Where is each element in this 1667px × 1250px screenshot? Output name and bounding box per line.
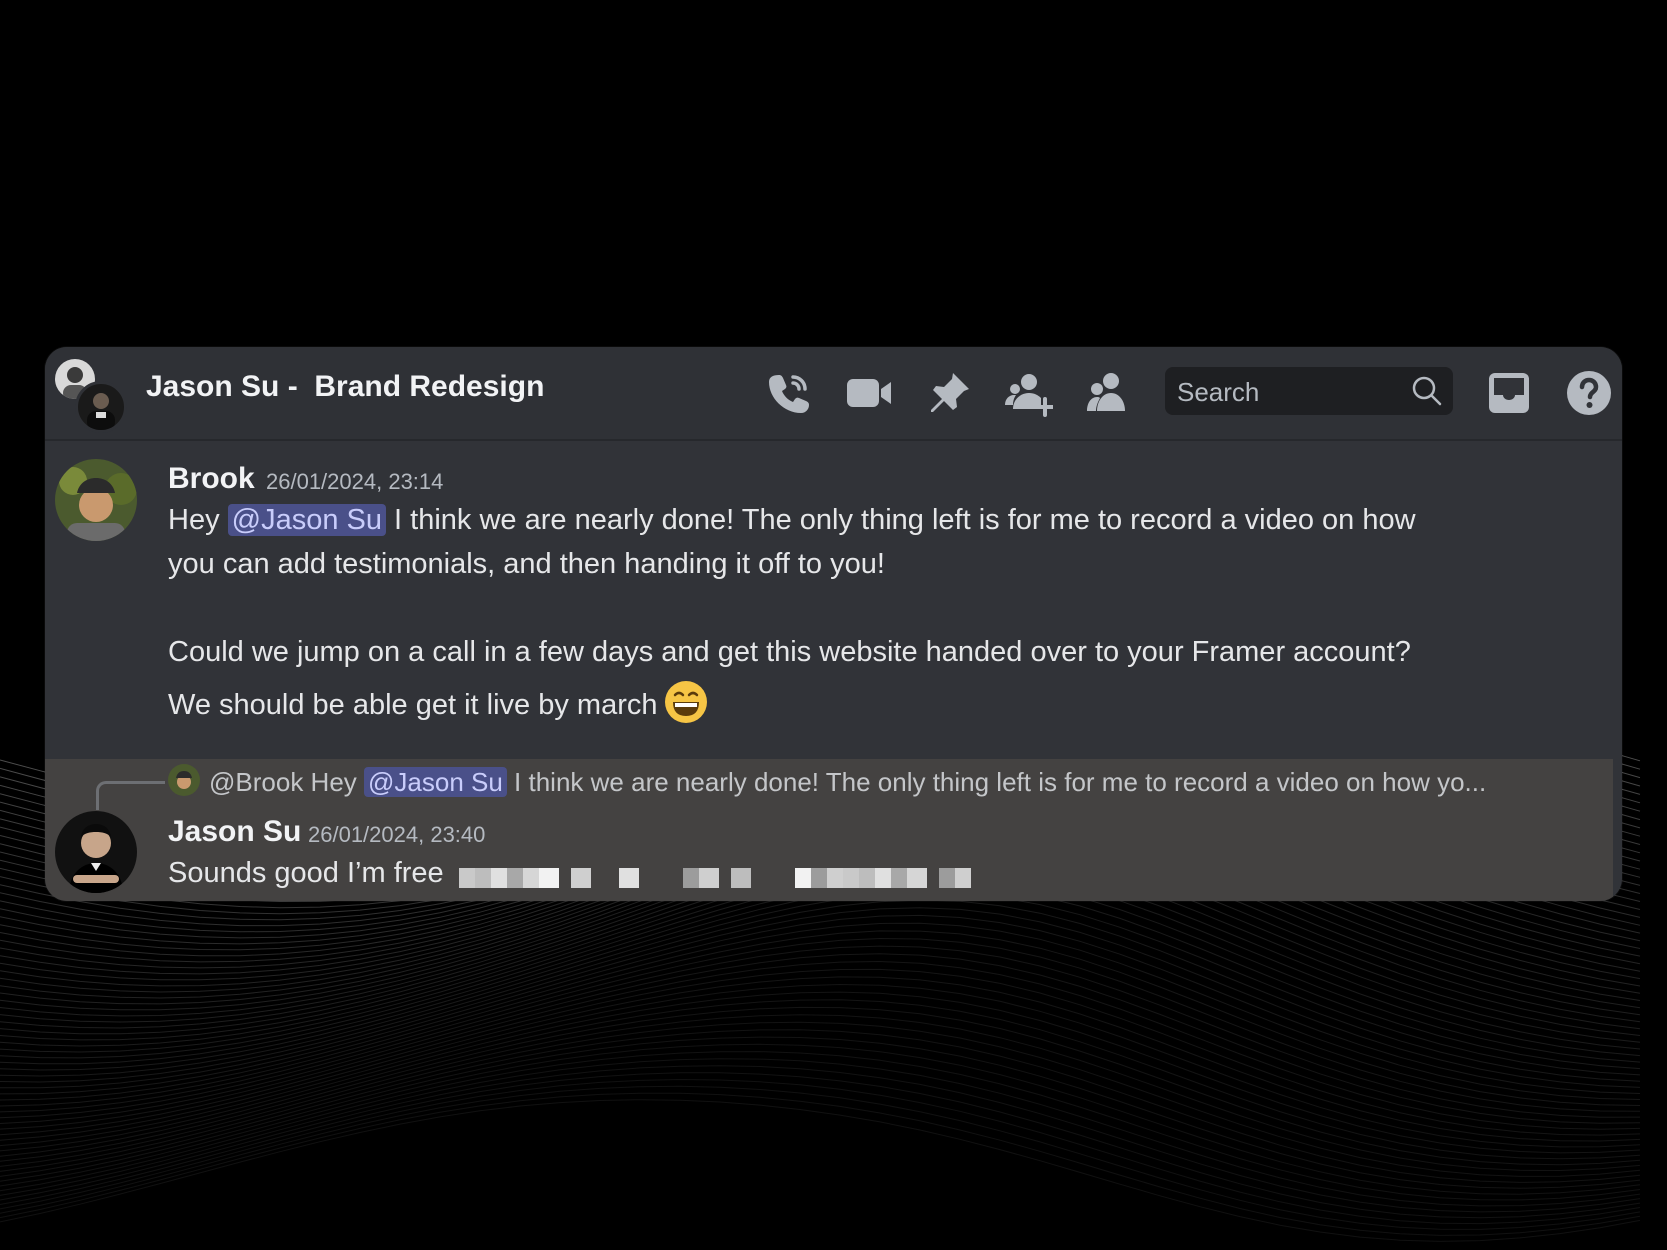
redaction-pixel: [539, 868, 559, 888]
message-timestamp: 26/01/2024, 23:14: [266, 469, 444, 494]
brook-avatar[interactable]: [55, 459, 137, 541]
redaction-pixel: [907, 868, 927, 888]
message-author[interactable]: Brook: [168, 462, 255, 496]
phone-call-icon[interactable]: [765, 369, 813, 417]
redacted-text: [459, 868, 971, 888]
chat-window: Jason Su - Brand Redesign Search Brook 2…: [45, 347, 1622, 901]
search-input[interactable]: [1165, 367, 1409, 417]
video-call-icon[interactable]: [845, 369, 893, 417]
group-avatar: [55, 359, 127, 433]
search-box[interactable]: [1165, 367, 1453, 417]
reply-connector: [96, 781, 165, 810]
reply-preview[interactable]: @Brook Hey @Jason Su I think we are near…: [209, 767, 1486, 798]
user-mention[interactable]: @Jason Su: [227, 504, 386, 536]
message-text: We should be able get it live by march: [168, 680, 708, 724]
redaction-pixel: [619, 868, 639, 888]
user-mention[interactable]: @Jason Su: [364, 767, 507, 797]
jason-su-avatar[interactable]: [55, 811, 137, 893]
reply-message: @Brook Hey @Jason Su I think we are near…: [45, 759, 1613, 901]
help-icon[interactable]: [1565, 369, 1613, 417]
member-avatar: [75, 381, 127, 433]
message-text: Sounds good I’m free: [168, 857, 444, 889]
members-icon[interactable]: [1085, 369, 1133, 417]
inbox-icon[interactable]: [1485, 369, 1533, 417]
message-timestamp: 26/01/2024, 23:40: [308, 822, 486, 847]
pin-icon[interactable]: [925, 369, 973, 417]
add-member-icon[interactable]: [1005, 369, 1055, 417]
grinning-face-emoji: [664, 681, 707, 723]
message-text: Could we jump on a call in a few days an…: [168, 636, 1411, 668]
redaction-pixel: [731, 868, 751, 888]
reply-author-avatar: [168, 764, 200, 796]
search-icon: [1412, 376, 1442, 406]
redaction-pixel: [955, 868, 971, 888]
channel-header: Jason Su - Brand Redesign: [45, 347, 1622, 441]
redaction-pixel: [699, 868, 719, 888]
channel-title: Jason Su - Brand Redesign: [146, 370, 545, 403]
redaction-pixel: [571, 868, 591, 888]
message-text: Hey @Jason Su I think we are nearly done…: [168, 504, 1416, 536]
message-author[interactable]: Jason Su: [168, 815, 301, 849]
message-text: you can add testimonials, and then handi…: [168, 548, 885, 580]
